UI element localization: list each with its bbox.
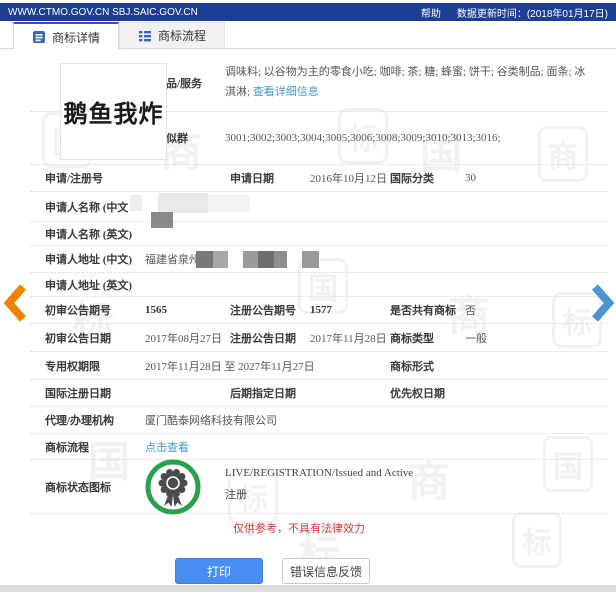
tab-label: 商标流程 xyxy=(157,29,206,43)
site-urls: WWW.CTMO.GOV.CN SBJ.SAIC.GOV.CN xyxy=(8,6,198,18)
view-detail-link[interactable]: 查看详细信息 xyxy=(253,86,319,98)
error-feedback-button[interactable]: 错误信息反馈 xyxy=(282,558,370,584)
status-line-english: LIVE/REGISTRATION/Issued and Active xyxy=(225,467,414,479)
table-row-applicant-address-cn: 申请人地址 (中文) 福建省泉州 xyxy=(30,246,608,273)
table-row-agency: 代理/办理机构 厦门酷泰网络科技有限公司 xyxy=(30,407,608,434)
trademark-header-section: 鹅鱼我炸 商品/服务 调味料; 以谷物为主的零食小吃; 咖啡; 茶; 糖; 蜂蜜… xyxy=(30,55,608,165)
similar-group-value: 3001;3002;3003;3004;3005;3006;3008;3009;… xyxy=(225,132,501,144)
redacted-block xyxy=(258,251,274,268)
field-label: 初审公告日期 xyxy=(45,332,111,345)
field-label: 国际注册日期 xyxy=(45,388,111,400)
field-value: 2016年10月12日 xyxy=(310,173,387,185)
table-row-applicant-name-cn: 申请人名称 (中文 xyxy=(30,192,608,228)
tab-label: 商标详情 xyxy=(51,30,100,45)
redacted-block xyxy=(151,212,173,228)
redacted-block xyxy=(274,251,287,268)
data-update-time: 数据更新时间：(2018年01月17日) xyxy=(456,8,608,20)
tab-trademark-detail[interactable]: 商标详情 xyxy=(13,22,119,50)
field-label: 申请日期 xyxy=(230,173,274,185)
redacted-block xyxy=(196,251,213,268)
table-row-applicant-address-en: 申请人地址 (英文) xyxy=(30,273,608,297)
click-to-view-link[interactable]: 点击查看 xyxy=(145,442,189,454)
field-label: 注册公告期号 xyxy=(230,305,296,317)
table-row-registration-number: 申请/注册号 申请日期 2016年10月12日 国际分类 30 xyxy=(30,165,608,192)
redacted-block xyxy=(243,251,258,268)
field-value: 厦门酷泰网络科技有限公司 xyxy=(145,415,277,427)
trademark-image: 鹅鱼我炸 xyxy=(60,63,167,160)
field-label: 专用权期限 xyxy=(45,360,100,373)
field-label: 商标类型 xyxy=(390,332,434,345)
field-value: 1577 xyxy=(310,304,332,316)
field-value: 一般 xyxy=(465,332,487,345)
redacted-block xyxy=(130,195,142,211)
field-value: 否 xyxy=(465,305,476,317)
field-label: 商标形式 xyxy=(390,360,434,373)
registration-badge-icon xyxy=(145,459,201,515)
status-line-chinese: 注册 xyxy=(225,489,247,501)
bottom-divider xyxy=(0,585,616,592)
redacted-block xyxy=(213,251,228,268)
field-value: 2017年11月28日 xyxy=(310,332,387,345)
redacted-block xyxy=(302,251,319,268)
field-label: 初审公告期号 xyxy=(45,305,111,317)
tab-bar: 商标详情 商标流程 xyxy=(0,22,616,50)
table-row-applicant-name-en: 申请人名称 (英文) xyxy=(30,222,608,246)
field-label: 代理/办理机构 xyxy=(45,415,115,427)
field-value: 1565 xyxy=(145,304,167,316)
print-button[interactable]: 打印 xyxy=(175,558,263,584)
help-link[interactable]: 帮助 xyxy=(421,5,441,20)
field-label: 是否共有商标 xyxy=(390,305,456,317)
prev-arrow-button[interactable] xyxy=(3,282,27,329)
list-icon xyxy=(138,29,152,43)
field-label: 申请人名称 (英文) xyxy=(45,228,133,241)
field-label: 商标状态图标 xyxy=(45,481,111,494)
table-row-exclusive-right-term: 专用权期限 2017年11月28日 至 2027年11月27日 商标形式 xyxy=(30,352,608,380)
top-bar: WWW.CTMO.GOV.CN SBJ.SAIC.GOV.CN 帮助 数据更新时… xyxy=(0,3,616,21)
redacted-block xyxy=(208,195,250,212)
field-value: 2017年11月28日 至 2027年11月27日 xyxy=(145,360,315,373)
field-label: 优先权日期 xyxy=(390,388,445,400)
table-row-trademark-process: 商标流程 点击查看 xyxy=(30,434,608,460)
field-value: 30 xyxy=(465,172,476,184)
table-row-trademark-status: 商标状态图标 LIVE/REGISTRATION/Issued and Acti… xyxy=(30,459,608,515)
goods-services-value: 调味料; 以谷物为主的零食小吃; 咖啡; 茶; 糖; 蜂蜜; 饼干; 谷类制品;… xyxy=(225,63,596,103)
field-label: 注册公告日期 xyxy=(230,332,296,345)
field-label: 申请/注册号 xyxy=(45,173,104,185)
tab-trademark-process[interactable]: 商标流程 xyxy=(119,22,225,48)
trademark-detail-panel: 鹅鱼我炸 商品/服务 调味料; 以谷物为主的零食小吃; 咖啡; 茶; 糖; 蜂蜜… xyxy=(30,55,608,590)
status-text: LIVE/REGISTRATION/Issued and Active 注册 xyxy=(225,468,413,501)
legal-disclaimer: 仅供参考，不具有法律效力 xyxy=(233,523,365,535)
field-label: 商标流程 xyxy=(45,441,89,454)
field-label: 申请人地址 (中文) xyxy=(45,254,133,266)
redacted-block xyxy=(158,193,208,213)
next-arrow-button[interactable] xyxy=(591,282,615,329)
document-icon xyxy=(32,30,46,44)
field-label: 国际分类 xyxy=(390,173,434,185)
table-row-preliminary-number: 初审公告期号 1565 注册公告期号 1577 是否共有商标 否 xyxy=(30,297,608,324)
table-row-publication-dates: 初审公告日期 2017年08月27日 注册公告日期 2017年11月28日 商标… xyxy=(30,324,608,352)
field-label: 申请人地址 (英文) xyxy=(45,279,133,292)
field-label: 后期指定日期 xyxy=(230,388,296,400)
field-value: 2017年08月27日 xyxy=(145,332,222,345)
trademark-image-text: 鹅鱼我炸 xyxy=(63,99,164,128)
action-button-row: 打印 错误信息反馈 xyxy=(30,544,608,590)
table-row-international-dates: 国际注册日期 后期指定日期 优先权日期 xyxy=(30,380,608,407)
